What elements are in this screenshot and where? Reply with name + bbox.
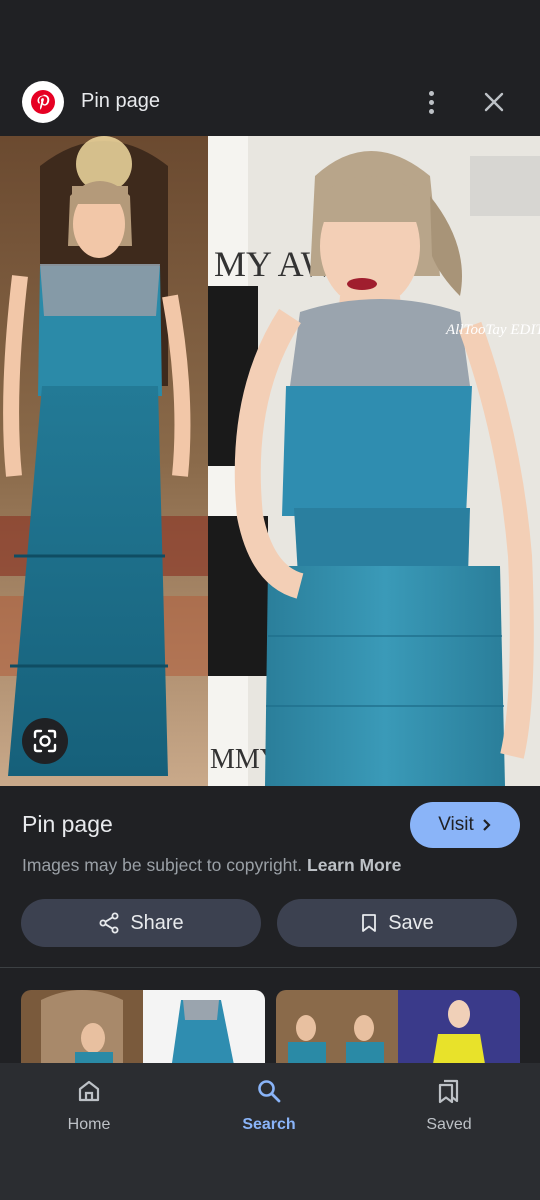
nav-item-search[interactable]: Search: [209, 1077, 329, 1134]
status-bar: [0, 0, 540, 70]
nav-item-home[interactable]: Home: [29, 1077, 149, 1134]
pin-image[interactable]: MY AW MMY AllTooTay EDITS: [0, 136, 540, 786]
result-title: Pin page: [22, 811, 113, 837]
copyright-text: Images may be subject to copyright.: [22, 855, 303, 875]
home-icon: [78, 1080, 100, 1102]
nav-item-saved[interactable]: Saved: [389, 1077, 509, 1134]
save-button[interactable]: Save: [277, 899, 517, 947]
divider: [0, 967, 540, 968]
related-image-thumbnail[interactable]: [21, 990, 265, 1070]
nav-label-home: Home: [67, 1116, 111, 1133]
pinterest-logo-icon[interactable]: [22, 81, 64, 123]
lens-search-button[interactable]: [22, 718, 68, 764]
learn-more-link[interactable]: Learn More: [307, 855, 401, 875]
bookmark-icon: [362, 914, 377, 932]
nav-label-saved: Saved: [426, 1116, 472, 1133]
lens-icon: [33, 729, 57, 753]
copyright-notice: Images may be subject to copyright. Lear…: [22, 855, 401, 876]
watermark-text: AllTooTay EDITS: [445, 322, 540, 338]
more-options-icon[interactable]: [416, 86, 446, 118]
related-image-thumbnail[interactable]: [276, 990, 520, 1070]
share-icon: [99, 912, 119, 934]
close-icon[interactable]: [478, 86, 510, 118]
header: Pin page: [0, 70, 540, 136]
saved-icon: [438, 1079, 459, 1104]
search-icon: [258, 1080, 281, 1103]
nav-label-search: Search: [242, 1116, 296, 1133]
chevron-right-icon: [483, 819, 491, 831]
share-label: Share: [130, 911, 184, 934]
visit-button[interactable]: Visit: [410, 802, 520, 848]
share-button[interactable]: Share: [21, 899, 261, 947]
save-label: Save: [388, 911, 434, 934]
visit-label: Visit: [438, 814, 474, 835]
header-title: Pin page: [81, 90, 160, 112]
bottom-navigation: Home Search Saved: [0, 1063, 540, 1200]
